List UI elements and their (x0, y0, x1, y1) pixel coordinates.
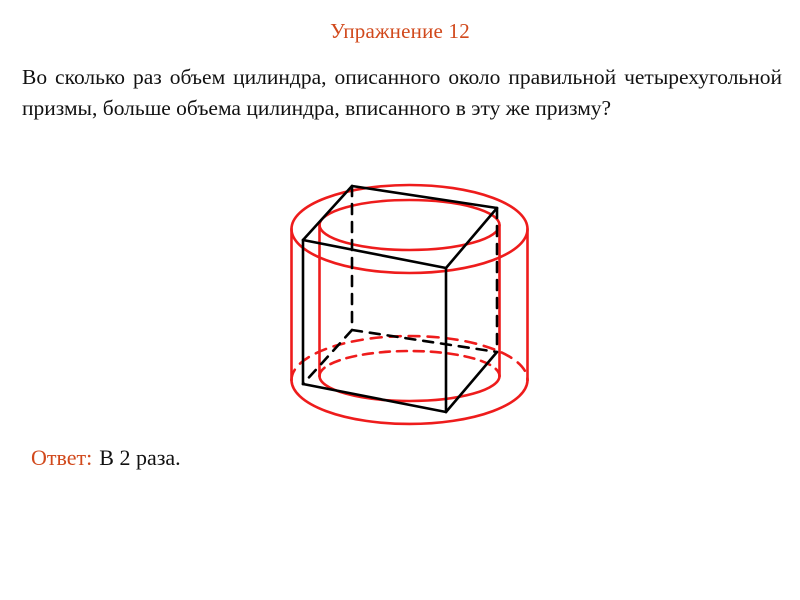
prism-bottom-face-back-left-edge (301, 328, 354, 386)
answer-line: Ответ: В 2 раза. (31, 443, 181, 473)
prism-bottom-face-front-left-edge (301, 382, 448, 414)
prism-top-face-front-left-edge (301, 238, 448, 270)
prism-bottom-face-back-right-edge (350, 328, 499, 354)
prism-bottom-face-front-right-edge (444, 350, 499, 414)
answer-value: В 2 раза. (99, 445, 181, 470)
prism-top-face-back-left-edge (301, 184, 354, 242)
slide-root: Упражнение 12 Во сколько раз объем цилин… (0, 0, 800, 600)
answer-label: Ответ: (31, 445, 93, 470)
problem-statement: Во сколько раз объем цилиндра, описанног… (22, 65, 782, 120)
geometry-figure (0, 160, 800, 450)
prism-top-face-back-right-edge (350, 184, 499, 210)
inner-cylinder-top-ellipse (318, 198, 501, 252)
geometry-figure-svg (290, 183, 529, 426)
page-title: Упражнение 12 (330, 19, 470, 43)
inner-cylinder-bottom-back-arc (318, 349, 501, 378)
